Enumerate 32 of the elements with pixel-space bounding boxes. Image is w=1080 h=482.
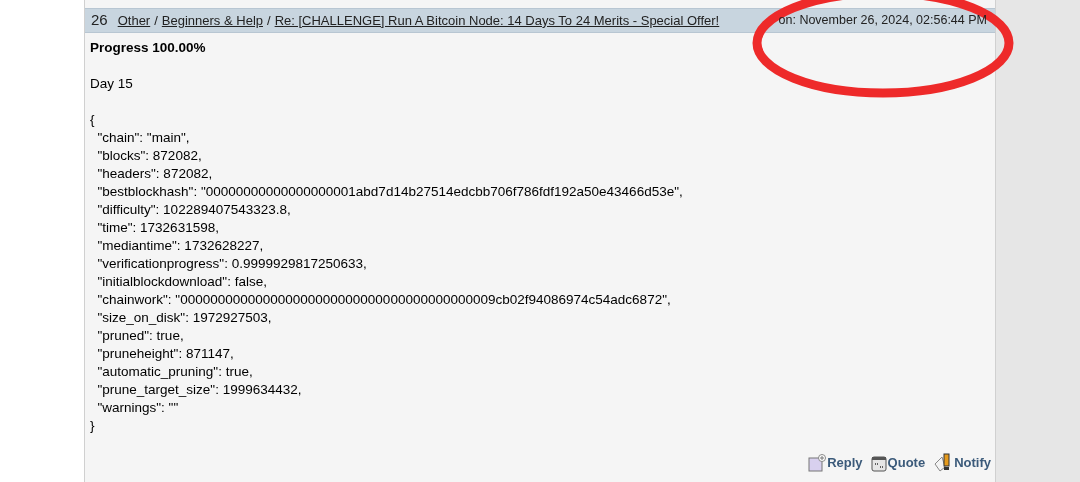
code-line: "prune_target_size": 1999634432, bbox=[96, 381, 302, 399]
progress-heading: Progress 100.00% bbox=[90, 39, 207, 57]
breadcrumb-link[interactable]: Other bbox=[117, 10, 151, 31]
document-plus-icon bbox=[808, 454, 827, 472]
notify-button[interactable]: Notify bbox=[933, 452, 991, 472]
code-line: "initialblockdownload": false, bbox=[96, 273, 267, 291]
code-line: "pruned": true, bbox=[96, 327, 184, 345]
code-line: "chainwork": "000000000000000000000000000000000000000009cb02f94086974c54adc6872", bbox=[96, 291, 671, 309]
post-number: 26 bbox=[91, 10, 108, 31]
code-line: "pruneheight": 871147, bbox=[96, 345, 234, 363]
code-line: "difficulty": 102289407543323.8, bbox=[96, 201, 291, 219]
code-line: "verificationprogress": 0.9999929817250633, bbox=[96, 255, 367, 273]
breadcrumb-separator: / bbox=[267, 11, 271, 30]
code-line: { bbox=[90, 111, 95, 129]
code-line: "chain": "main", bbox=[96, 129, 190, 147]
code-line: "size_on_disk": 1972927503, bbox=[96, 309, 272, 327]
code-line: } bbox=[90, 417, 95, 435]
breadcrumb-link[interactable]: Beginners & Help bbox=[161, 10, 263, 31]
quote-icon bbox=[870, 456, 887, 472]
code-line: "warnings": "" bbox=[96, 399, 179, 417]
quote-button[interactable]: Quote bbox=[870, 452, 926, 472]
code-line: "mediantime": 1732628227, bbox=[96, 237, 264, 255]
code-line: "time": 1732631598, bbox=[96, 219, 219, 237]
post-date: on: November 26, 2024, 02:56:44 PM bbox=[778, 12, 987, 30]
day-label: Day 15 bbox=[90, 75, 134, 93]
code-line: "bestblockhash": "00000000000000000001abd7d14b27514edcbb706f786fdf192a50e43466d53e", bbox=[96, 183, 683, 201]
code-line: "headers": 872082, bbox=[96, 165, 213, 183]
code-line: "blocks": 872082, bbox=[96, 147, 202, 165]
code-line: "automatic_pruning": true, bbox=[96, 363, 253, 381]
breadcrumb-link[interactable]: Re: [CHALLENGE] Run A Bitcoin Node: 14 Days To 24 Merits - Special Offer! bbox=[274, 10, 720, 31]
reply-button[interactable]: Reply bbox=[808, 452, 863, 472]
breadcrumb-separator: / bbox=[154, 11, 158, 30]
